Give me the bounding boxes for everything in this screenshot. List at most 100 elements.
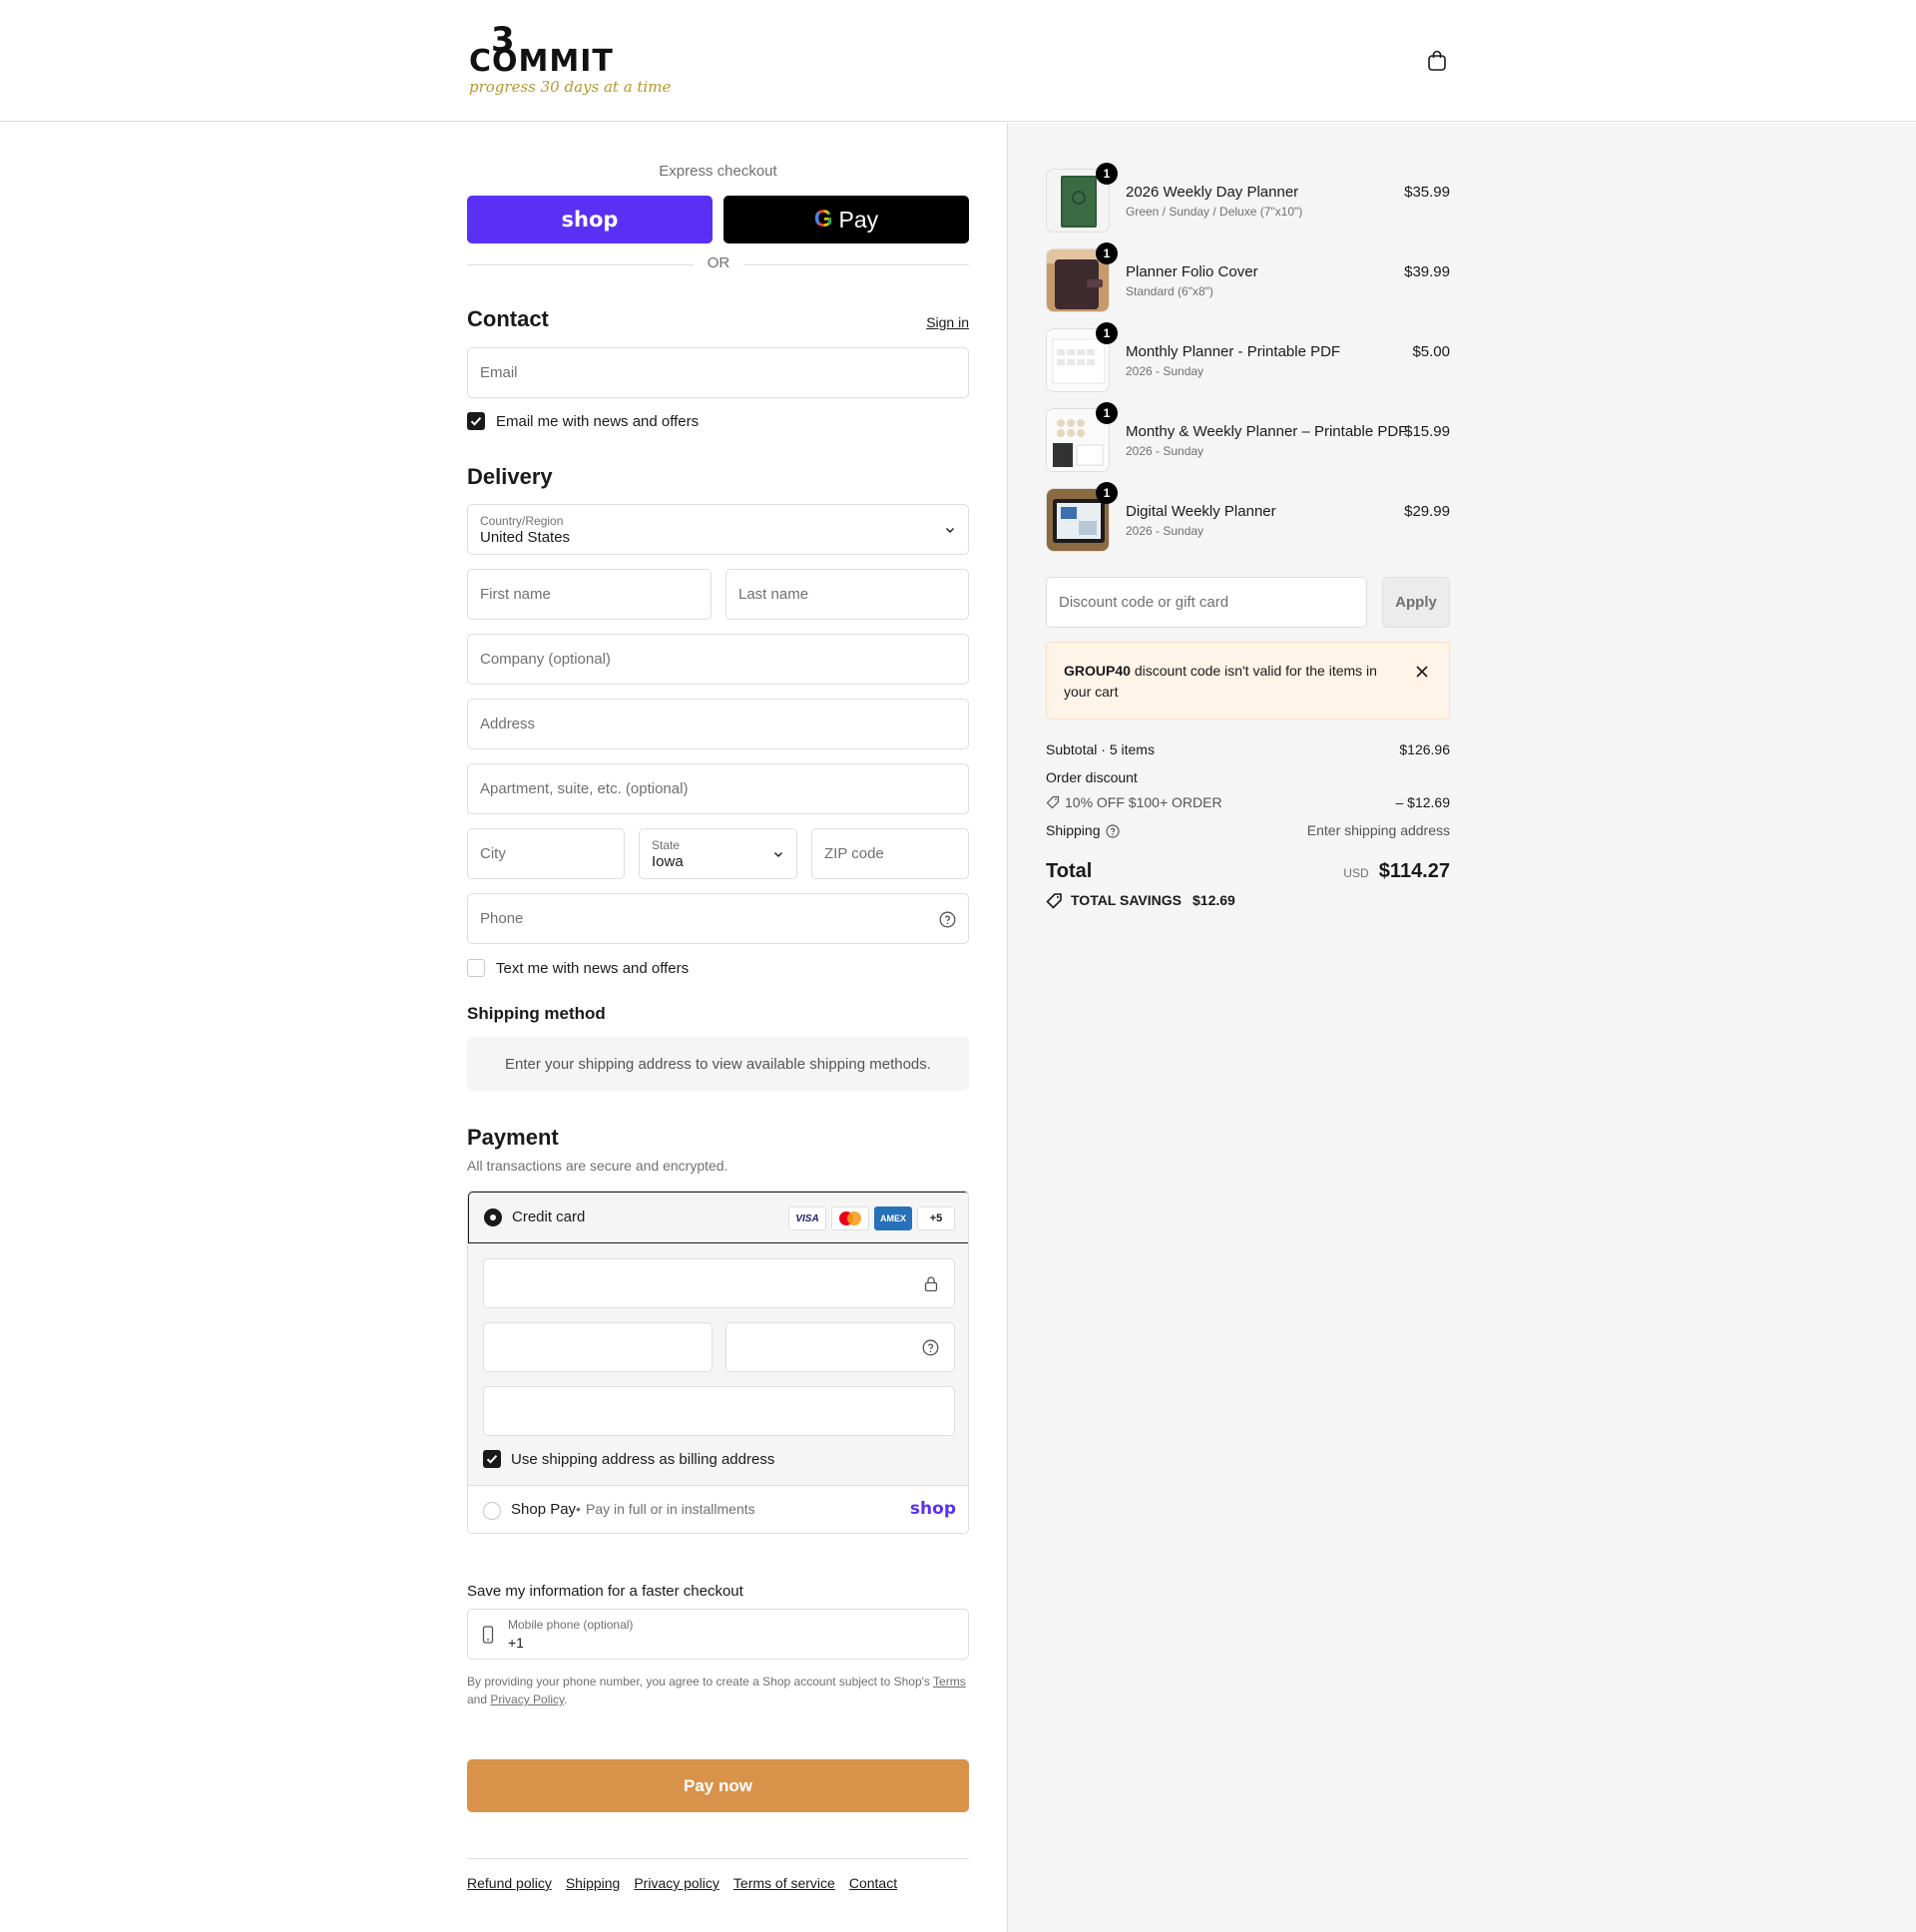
shop-pay-radio[interactable] bbox=[483, 1502, 501, 1520]
line-item: 1 Digital Weekly Planner 2026 - Sunday $… bbox=[1046, 482, 1450, 554]
privacy-policy-link[interactable]: Privacy Policy bbox=[490, 1692, 564, 1706]
legal-prefix: By providing your phone number, you agre… bbox=[467, 1675, 930, 1689]
credit-card-label: Credit card bbox=[512, 1208, 586, 1225]
tag-icon bbox=[1046, 893, 1062, 909]
item-variant: 2026 - Sunday bbox=[1126, 524, 1204, 538]
last-name-field[interactable]: Last name bbox=[725, 569, 969, 620]
close-icon[interactable] bbox=[1413, 663, 1431, 681]
total-savings-value: $12.69 bbox=[1193, 892, 1235, 908]
shipping-label: Shipping bbox=[1046, 822, 1101, 838]
payment-subtitle: All transactions are secure and encrypte… bbox=[467, 1158, 728, 1174]
total-amount: USD $114.27 bbox=[1343, 860, 1450, 883]
state-label: State bbox=[652, 837, 681, 852]
country-select[interactable]: Country/Region United States bbox=[467, 504, 969, 555]
delivery-title: Delivery bbox=[467, 464, 553, 489]
item-name: Digital Weekly Planner bbox=[1126, 503, 1276, 520]
item-variant: 2026 - Sunday bbox=[1126, 364, 1204, 378]
item-variant: Standard (6"x8") bbox=[1126, 284, 1213, 298]
shop-pay-option[interactable]: Shop Pay • Pay in full or in installment… bbox=[468, 1485, 968, 1533]
contact-link[interactable]: Contact bbox=[849, 1875, 897, 1891]
credit-card-radio[interactable] bbox=[484, 1208, 502, 1226]
help-circle-icon[interactable] bbox=[922, 1339, 939, 1356]
line-item: 1 Monthy & Weekly Planner – Printable PD… bbox=[1046, 402, 1450, 474]
credit-card-option[interactable]: Credit card VISA AMEX +5 bbox=[468, 1192, 968, 1243]
footer-links: Refund policy Shipping Privacy policy Te… bbox=[467, 1875, 897, 1891]
quantity-badge: 1 bbox=[1096, 482, 1118, 504]
apartment-field[interactable]: Apartment, suite, etc. (optional) bbox=[467, 763, 969, 814]
card-number-field[interactable] bbox=[483, 1258, 955, 1308]
text-news-label: Text me with news and offers bbox=[496, 960, 690, 977]
first-name-field[interactable]: First name bbox=[467, 569, 712, 620]
item-name: Planner Folio Cover bbox=[1126, 263, 1258, 280]
item-price: $5.00 bbox=[1412, 343, 1450, 360]
quantity-badge: 1 bbox=[1096, 242, 1118, 264]
discount-value: – $12.69 bbox=[1395, 794, 1451, 810]
quantity-badge: 1 bbox=[1096, 402, 1118, 424]
email-news-checkbox[interactable] bbox=[467, 412, 485, 430]
amex-icon: AMEX bbox=[874, 1207, 912, 1230]
shop-pay-express-button[interactable]: shop bbox=[467, 196, 713, 243]
line-item: 1 Monthly Planner - Printable PDF 2026 -… bbox=[1046, 322, 1450, 394]
discount-code: GROUP40 bbox=[1064, 663, 1131, 679]
item-price: $15.99 bbox=[1404, 423, 1450, 440]
quantity-badge: 1 bbox=[1096, 163, 1118, 185]
cart-button[interactable] bbox=[1425, 49, 1449, 73]
shipping-method-title: Shipping method bbox=[467, 1004, 606, 1023]
more-cards-badge: +5 bbox=[917, 1207, 955, 1230]
mobile-phone-value: +1 bbox=[508, 1635, 524, 1651]
refund-policy-link[interactable]: Refund policy bbox=[467, 1875, 552, 1891]
email-field[interactable]: Email bbox=[467, 347, 969, 398]
or-label: OR bbox=[694, 254, 743, 271]
expiration-date-field[interactable] bbox=[483, 1322, 713, 1372]
payment-title: Payment bbox=[467, 1125, 559, 1150]
item-variant: 2026 - Sunday bbox=[1126, 444, 1204, 458]
legal-end: . bbox=[564, 1692, 568, 1706]
shop-legal-text: By providing your phone number, you agre… bbox=[467, 1673, 969, 1708]
country-value: United States bbox=[480, 528, 571, 546]
shipping-value: Enter shipping address bbox=[1306, 822, 1450, 838]
help-circle-icon[interactable] bbox=[1106, 824, 1120, 838]
logo-tagline: progress 30 days at a time bbox=[469, 78, 672, 96]
total-value: $114.27 bbox=[1378, 860, 1450, 882]
store-logo[interactable]: 3 COMMIT progress 30 days at a time bbox=[469, 20, 671, 100]
billing-same-checkbox[interactable] bbox=[483, 1450, 501, 1468]
pay-now-button[interactable]: Pay now bbox=[467, 1759, 969, 1812]
discount-name: 10% OFF $100+ ORDER bbox=[1065, 794, 1222, 810]
shop-pay-description: Pay in full or in installments bbox=[586, 1501, 755, 1517]
help-circle-icon[interactable] bbox=[939, 911, 956, 928]
footer-divider bbox=[467, 1858, 969, 1859]
apply-discount-button[interactable]: Apply bbox=[1382, 577, 1450, 628]
checkmark-icon bbox=[470, 417, 482, 426]
logo-word: COMMIT bbox=[469, 44, 614, 79]
terms-link[interactable]: Terms bbox=[933, 1675, 966, 1689]
sign-in-link[interactable]: Sign in bbox=[926, 314, 969, 330]
express-checkout-label: Express checkout bbox=[659, 163, 777, 180]
phone-field[interactable]: Phone bbox=[467, 893, 969, 944]
discount-error-banner: GROUP40 discount code isn't valid for th… bbox=[1046, 642, 1450, 720]
shipping-method-notice: Enter your shipping address to view avai… bbox=[467, 1037, 969, 1091]
chevron-down-icon bbox=[946, 528, 954, 533]
security-code-field[interactable] bbox=[725, 1322, 955, 1372]
mobile-phone-field[interactable]: Mobile phone (optional) +1 bbox=[467, 1609, 969, 1660]
discount-code-field[interactable]: Discount code or gift card bbox=[1046, 577, 1367, 628]
state-select[interactable]: State Iowa bbox=[639, 828, 797, 879]
country-label: Country/Region bbox=[480, 513, 564, 528]
address-field[interactable]: Address bbox=[467, 699, 969, 749]
name-on-card-field[interactable] bbox=[483, 1386, 955, 1436]
order-discount-label: Order discount bbox=[1046, 769, 1138, 785]
zip-field[interactable]: ZIP code bbox=[811, 828, 969, 879]
shop-pay-separator: • bbox=[576, 1501, 581, 1517]
payment-methods: Credit card VISA AMEX +5 Use shipping ad… bbox=[467, 1191, 969, 1534]
google-pay-button[interactable]: G Pay bbox=[723, 196, 969, 243]
google-g-icon: G bbox=[813, 206, 833, 233]
shipping-link[interactable]: Shipping bbox=[566, 1875, 621, 1891]
google-pay-label: Pay bbox=[838, 206, 879, 233]
text-news-checkbox[interactable] bbox=[467, 959, 485, 977]
item-price: $35.99 bbox=[1404, 184, 1450, 201]
terms-of-service-link[interactable]: Terms of service bbox=[733, 1875, 835, 1891]
company-field[interactable]: Company (optional) bbox=[467, 634, 969, 685]
subtotal-value: $126.96 bbox=[1399, 741, 1450, 757]
city-field[interactable]: City bbox=[467, 828, 625, 879]
line-item: 1 Planner Folio Cover Standard (6"x8") $… bbox=[1046, 242, 1450, 314]
privacy-policy-link[interactable]: Privacy policy bbox=[634, 1875, 719, 1891]
